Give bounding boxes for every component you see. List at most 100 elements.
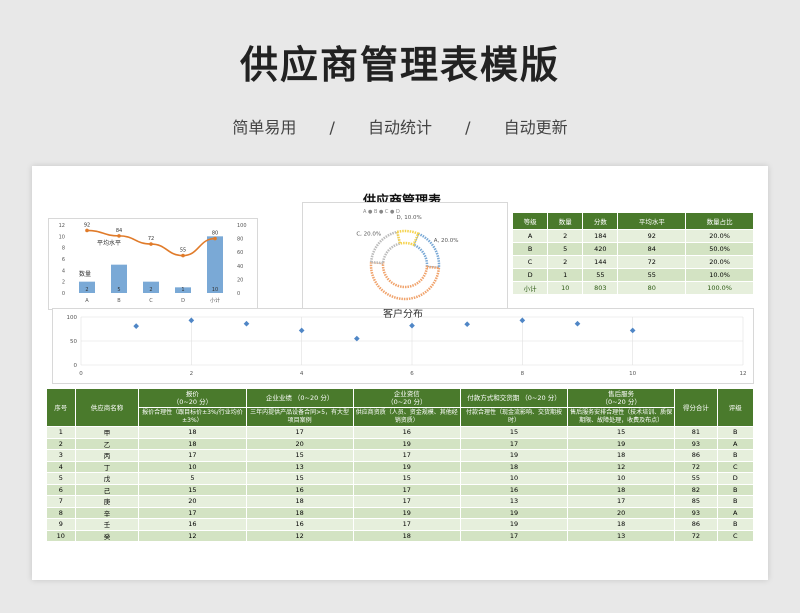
table-row: 10 癸 12 12 18 17 13 72 C bbox=[46, 529, 755, 542]
table-cell: 18 bbox=[138, 426, 247, 439]
y-tick-label: 100 bbox=[67, 315, 78, 321]
x-tick-label: 6 bbox=[410, 371, 414, 377]
table-cell: B bbox=[716, 483, 755, 496]
table-cell: 3 bbox=[46, 449, 76, 462]
table-cell: 戊 bbox=[74, 472, 140, 485]
table-cell: 17 bbox=[138, 506, 247, 519]
summary-cell: 10.0% bbox=[685, 268, 754, 282]
scatter-point bbox=[354, 335, 360, 342]
right-axis-tick: 60 bbox=[237, 250, 243, 256]
combo-chart-box: 0 2 4 6 8 10 12 0 20 40 60 80 100 2 A 5 B 2 C 1 D 10 小计 92 84 72 5… bbox=[48, 218, 258, 310]
table-cell: 17 bbox=[352, 518, 461, 531]
summary-cell: 100.0% bbox=[685, 281, 754, 295]
x-tick-label: 小计 bbox=[210, 297, 220, 304]
combo-chart: 0 2 4 6 8 10 12 0 20 40 60 80 100 2 A 5 B 2 C 1 D 10 小计 92 84 72 5… bbox=[59, 222, 247, 304]
table-cell: 辛 bbox=[74, 506, 140, 519]
line-point bbox=[149, 242, 153, 246]
scatter-point bbox=[409, 322, 415, 329]
header-sub: 付款合理性（现金流影响、交货期按时） bbox=[459, 407, 569, 427]
x-tick-label: C bbox=[149, 298, 153, 304]
header-sub: 售后服务安排合理性（技术培训、质保期限、故障处理，收费及布点） bbox=[567, 407, 676, 427]
table-cell: 己 bbox=[74, 483, 140, 496]
x-tick-label: 0 bbox=[79, 371, 83, 377]
header-sub: 报价合理性（跟目标价±3%/行业均价±3%） bbox=[138, 407, 247, 427]
summary-header-cell: 平均水平 bbox=[617, 212, 687, 230]
subtitle: 简单易用 / 自动统计 / 自动更新 bbox=[0, 114, 800, 138]
line-label: 55 bbox=[180, 248, 186, 254]
table-cell: 15 bbox=[567, 426, 676, 439]
series-label: 数量 bbox=[79, 270, 91, 278]
header-name: 供应商名称 bbox=[74, 388, 140, 427]
table-cell: 19 bbox=[567, 437, 676, 450]
header-group: 企业资信 （0~20 分） bbox=[352, 388, 461, 408]
table-row: 7 庚 20 18 17 13 17 85 B bbox=[46, 495, 755, 508]
table-cell: 72 bbox=[674, 529, 718, 542]
table-cell: 55 bbox=[674, 472, 718, 485]
summary-cell: 184 bbox=[582, 229, 619, 243]
table-cell: 16 bbox=[245, 518, 354, 531]
table-row: 5 戊 5 15 15 10 10 55 D bbox=[46, 472, 755, 485]
left-axis-tick: 8 bbox=[62, 246, 65, 252]
summary-cell: A bbox=[511, 229, 549, 243]
table-cell: 20 bbox=[245, 437, 354, 450]
table-cell: 86 bbox=[674, 518, 718, 531]
summary-header-cell: 分数 bbox=[582, 212, 619, 230]
scatter-point bbox=[298, 327, 305, 334]
summary-cell: 803 bbox=[582, 281, 619, 295]
summary-cell: B bbox=[511, 242, 549, 256]
table-cell: 13 bbox=[459, 495, 569, 508]
line-label: 92 bbox=[84, 222, 90, 228]
supplier-table: 序号 供应商名称 报价 （0~20 分） 企业业绩 （0~20 分） 企业资信 … bbox=[46, 388, 755, 542]
table-cell: 18 bbox=[567, 518, 676, 531]
table-cell: 19 bbox=[352, 437, 461, 450]
table-cell: 甲 bbox=[74, 426, 140, 439]
table-cell: 10 bbox=[459, 472, 569, 485]
right-axis-tick: 40 bbox=[237, 264, 243, 270]
subtitle-item: 自动统计 bbox=[367, 118, 432, 137]
table-row: 9 壬 16 16 17 19 18 86 B bbox=[46, 518, 755, 531]
table-cell: 18 bbox=[352, 529, 461, 542]
table-cell: 8 bbox=[46, 506, 76, 519]
header-no: 序号 bbox=[46, 388, 76, 427]
summary-cell: 55 bbox=[582, 268, 619, 282]
line-point bbox=[117, 234, 121, 238]
line-point bbox=[213, 236, 217, 241]
subtitle-item: 自动更新 bbox=[503, 118, 568, 137]
table-cell: 7 bbox=[46, 495, 76, 508]
table-cell: 16 bbox=[352, 426, 461, 439]
scatter-title: 客户分布 bbox=[383, 309, 423, 320]
x-tick-label: A bbox=[85, 298, 89, 304]
donut-legend: A ● B ● C ● D bbox=[363, 209, 400, 215]
bar bbox=[207, 236, 223, 293]
x-tick-label: 8 bbox=[521, 371, 525, 377]
table-cell: 10 bbox=[138, 460, 247, 473]
table-row: 8 辛 17 18 19 19 20 93 A bbox=[46, 506, 755, 519]
series-label: 平均水平 bbox=[97, 239, 121, 247]
bar-label: 1 bbox=[181, 287, 184, 293]
pie-label: A, 20.0% bbox=[434, 238, 459, 244]
right-axis-tick: 20 bbox=[237, 277, 243, 283]
table-cell: 13 bbox=[245, 460, 354, 473]
table-cell: 15 bbox=[138, 483, 247, 496]
table-cell: 17 bbox=[245, 426, 354, 439]
scatter-chart-box: 0 2 4 6 8 10 12 0 50 100 客户分布 bbox=[52, 307, 754, 384]
table-cell: 19 bbox=[459, 449, 569, 462]
summary-row: 小计 10 803 80 100.0% bbox=[511, 281, 754, 295]
bar-label: 2 bbox=[85, 287, 88, 293]
summary-cell: 72 bbox=[617, 255, 687, 269]
table-cell: 81 bbox=[674, 426, 718, 439]
table-cell: 5 bbox=[138, 472, 247, 485]
summary-cell: 小计 bbox=[511, 281, 549, 295]
header-group: 售后服务 （0~20 分） bbox=[567, 388, 676, 408]
table-cell: 1 bbox=[46, 426, 76, 439]
table-cell: B bbox=[716, 518, 755, 531]
scatter-point bbox=[519, 317, 526, 324]
summary-cell: 1 bbox=[547, 268, 584, 282]
x-tick-label: D bbox=[181, 298, 185, 304]
table-cell: 15 bbox=[459, 426, 569, 439]
header-sub: 三年内提供产品设备合同>5，有大型项目案例 bbox=[245, 407, 354, 427]
summary-table: 等级 数量 分数 平均水平 数量占比 A 2 184 92 20.0% B 5 420 84 50.0% C… bbox=[511, 212, 754, 295]
pie-slice bbox=[395, 229, 420, 247]
table-cell: 15 bbox=[352, 472, 461, 485]
summary-row: B 5 420 84 50.0% bbox=[511, 242, 754, 256]
